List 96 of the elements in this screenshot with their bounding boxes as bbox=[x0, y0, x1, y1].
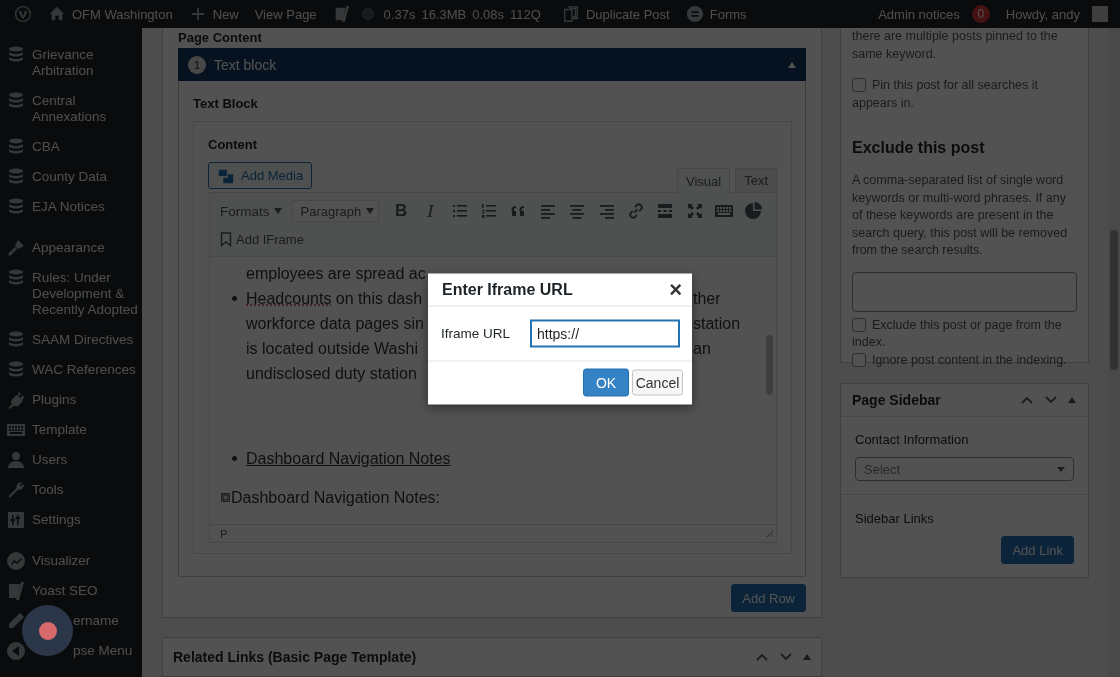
add-row-button[interactable]: Add Row bbox=[731, 584, 806, 612]
collapse-icon bbox=[6, 641, 26, 661]
scrollbar[interactable] bbox=[1108, 28, 1120, 677]
menu-item[interactable]: EJA Notices bbox=[0, 192, 142, 222]
home-icon bbox=[48, 5, 66, 23]
url-field[interactable]: https:// bbox=[530, 319, 680, 347]
bullet-icon bbox=[232, 296, 237, 301]
checkbox[interactable] bbox=[852, 317, 866, 332]
dialog-title: Enter Iframe URL bbox=[442, 280, 573, 298]
collapse-icon[interactable] bbox=[1068, 397, 1076, 403]
new-label: New bbox=[212, 6, 239, 22]
menu-item[interactable]: Rules: Under Development & Recently Adopted bbox=[0, 263, 142, 325]
caret-icon bbox=[273, 208, 282, 214]
site-name: OFM Washington bbox=[72, 6, 173, 22]
menu-item[interactable]: Grievance Arbitration bbox=[0, 40, 142, 86]
menu-item[interactable]: SAAM Directives bbox=[0, 325, 142, 355]
checkbox-option[interactable]: Exclude this post or page from the index. bbox=[852, 316, 1077, 352]
plug-icon bbox=[6, 390, 26, 410]
brush-icon bbox=[6, 238, 26, 258]
menu-item[interactable]: Plugins bbox=[0, 385, 142, 415]
bookmark-icon bbox=[220, 231, 232, 247]
editor-text: ther bbox=[693, 289, 722, 309]
ok-button[interactable]: OK bbox=[583, 368, 629, 397]
element-path: P bbox=[220, 527, 228, 540]
add-media-button[interactable]: Add Media bbox=[208, 162, 313, 189]
menu-item[interactable]: WAC References bbox=[0, 355, 142, 385]
menu-item[interactable]: Appearance bbox=[0, 233, 142, 263]
site-link[interactable]: OFM Washington bbox=[40, 0, 181, 28]
field-label: Content bbox=[208, 136, 259, 154]
checkbox[interactable] bbox=[852, 352, 866, 367]
editor-text: is located outside Washi bbox=[246, 339, 419, 359]
panel-title: Page Sidebar bbox=[852, 392, 941, 408]
copy-icon bbox=[561, 5, 580, 23]
menu-item[interactable]: County Data bbox=[0, 162, 142, 192]
bullet-icon bbox=[232, 456, 237, 461]
caret-icon bbox=[365, 208, 374, 214]
query-stat[interactable]: 112Q bbox=[507, 6, 544, 22]
avatar bbox=[1092, 6, 1108, 22]
admin-notices-link[interactable]: Admin notices 0 bbox=[870, 0, 998, 28]
field-label: Sidebar Links bbox=[855, 510, 935, 528]
new-link[interactable]: New bbox=[180, 0, 247, 28]
menu-item[interactable]: Tools bbox=[0, 475, 142, 505]
block-title: Text block bbox=[214, 56, 277, 73]
help-text: there are multiple posts pinned to the same keyword. bbox=[852, 28, 1059, 63]
admin-notices-label: Admin notices bbox=[878, 6, 960, 22]
editor-text: undisclosed duty station bbox=[246, 364, 418, 384]
collapse-icon[interactable] bbox=[803, 654, 811, 661]
settings-icon bbox=[6, 510, 26, 530]
forms-label: Forms bbox=[709, 6, 747, 22]
menu-item[interactable]: CBA bbox=[0, 132, 142, 162]
menu-item[interactable]: Users bbox=[0, 445, 142, 475]
duplicate-post-label: Duplicate Post bbox=[585, 6, 670, 22]
editor-text: an bbox=[693, 339, 712, 359]
forms-icon bbox=[685, 5, 704, 23]
query-stat[interactable]: 0.08s bbox=[469, 6, 508, 22]
menu-item[interactable]: Settings bbox=[0, 505, 142, 535]
add-link-button[interactable]: Add Link bbox=[1001, 536, 1074, 564]
wrench-icon bbox=[6, 480, 26, 500]
view-page-link[interactable]: View Page bbox=[246, 0, 325, 28]
paragraph-select[interactable]: Paragraph bbox=[291, 200, 379, 222]
editor-text: station bbox=[693, 314, 741, 334]
resize-handle-icon[interactable] bbox=[766, 529, 774, 538]
greeting: Howdy, andy bbox=[1005, 6, 1080, 22]
panel-title: Page Content bbox=[178, 29, 263, 47]
editor-text: Dashboard Navigation Notes: bbox=[231, 488, 440, 508]
duplicate-post-link[interactable]: Duplicate Post bbox=[553, 0, 678, 28]
forms-link[interactable]: Forms bbox=[677, 0, 755, 28]
menu-item[interactable]: Visualizer bbox=[0, 546, 142, 576]
editor-text: Headcounts on this dash bbox=[246, 289, 424, 309]
keywords-field[interactable] bbox=[852, 271, 1077, 312]
panel-title: Related Links (Basic Page Template) bbox=[173, 649, 417, 666]
block-header[interactable]: 1 Text block bbox=[178, 48, 806, 81]
field-label: Text Block bbox=[193, 95, 259, 113]
chart-icon bbox=[6, 551, 26, 571]
person-icon bbox=[6, 450, 26, 470]
pencil-icon bbox=[6, 611, 26, 631]
caret-icon bbox=[1057, 466, 1065, 472]
query-stat[interactable]: 16.3MB bbox=[418, 6, 470, 22]
anchor-icon bbox=[221, 493, 230, 502]
editor-text: workforce data pages sin bbox=[246, 314, 425, 334]
section-heading: Exclude this post bbox=[852, 138, 986, 158]
field-label: Contact Information bbox=[855, 431, 970, 449]
menu-item[interactable]: Central Annexations bbox=[0, 86, 142, 132]
editor-text: employees are spread ac bbox=[246, 264, 427, 284]
account-link[interactable]: Howdy, andy bbox=[997, 0, 1112, 28]
close-button[interactable]: × bbox=[669, 279, 682, 299]
checkbox[interactable] bbox=[852, 78, 866, 92]
notice-count: 0 bbox=[971, 5, 990, 23]
editor-link[interactable]: Dashboard Navigation Notes bbox=[246, 446, 451, 471]
collapse-icon[interactable] bbox=[788, 61, 796, 68]
query-stat[interactable]: 0.37s bbox=[380, 6, 419, 22]
field-label: Iframe URL bbox=[441, 325, 512, 341]
logo-icon bbox=[6, 581, 26, 601]
cancel-button[interactable]: Cancel bbox=[632, 369, 683, 396]
block-number: 1 bbox=[188, 55, 206, 74]
menu-item[interactable]: Template bbox=[0, 415, 142, 445]
